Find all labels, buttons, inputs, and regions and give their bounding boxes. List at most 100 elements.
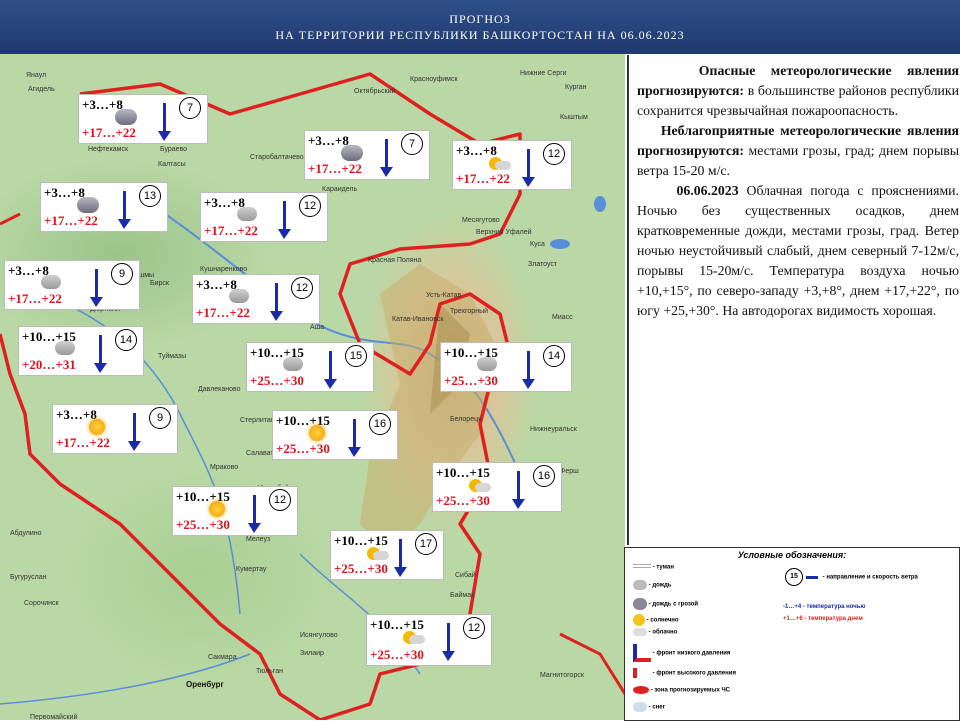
day-temp: +25…+30 [444,373,498,388]
day-temp: +25…+30 [370,647,424,662]
forecast-box[interactable]: +10…+15 +20…+31 14 [18,326,144,376]
wind-arrow-icon [158,103,171,141]
wind-arrow-icon [442,623,455,661]
town-label: Сорочинск [24,600,59,607]
forecast-box[interactable]: +3…+8 +17…+22 12 [200,192,328,242]
high-front-icon [633,668,651,678]
day-temp: +25…+30 [334,561,388,576]
day-temp: +17…+22 [456,171,510,186]
forecast-map[interactable]: Янаул Агидель Нефтекамск Бураево Калтасы Стар… [0,54,625,720]
thunderstorm-icon [77,197,99,213]
forecast-box[interactable]: +10…+15 +25…+30 16 [272,410,398,460]
town-label: Салават [246,450,274,457]
wind-arrow-icon [522,149,535,187]
day-temp: +25…+30 [250,373,304,388]
legend-zone-label: - зона прогнозируемых ЧС [650,687,731,694]
town-label: Первомайский [30,714,78,720]
rain-icon [633,580,647,590]
day-temp: +20…+31 [22,357,76,372]
adverse-paragraph: Неблагоприятные метеорологические явлени… [637,121,959,181]
town-label: Старобалтачево [250,154,304,161]
town-label: Красноуфимск [410,76,458,83]
forecast-box[interactable]: +10…+15 +25…+30 14 [440,342,572,392]
forecast-box[interactable]: +3…+8 +17…+22 7 [78,94,208,144]
legend-cloud: - облачно [633,628,677,636]
town-label: Златоуст [528,261,558,268]
town-label: Бураево [160,146,188,153]
town-label: Зилаир [300,650,324,657]
sunny-icon [309,425,325,441]
wind-arrow-icon [324,351,337,389]
partly-cloudy-icon [489,155,511,171]
day-temp: +17…+22 [8,291,62,306]
thunderstorm-icon [341,145,363,161]
day-temp: +25…+30 [436,493,490,508]
wind-speed-badge: 14 [543,345,565,367]
legend-wind: 15 - направление и скорость ветра [785,568,918,586]
forecast-box[interactable]: +3…+8 +17…+22 9 [52,404,178,454]
town-label: Оренбург [186,680,224,689]
forecast-box[interactable]: +3…+8 +17…+22 13 [40,182,168,232]
partly-cloudy-icon [469,477,491,493]
forecast-box[interactable]: +3…+8 +17…+22 7 [304,130,430,180]
town-label: Янаул [26,72,47,79]
legend-panel: Условные обозначения: - туман - дождь - … [624,547,960,721]
thunderstorm-icon [115,109,137,125]
town-label: Давлеканово [198,386,241,393]
legend-thunder: - дождь с грозой [633,598,698,610]
cloud-icon [633,628,647,636]
forecast-box[interactable]: +3…+8 +17…+22 12 [192,274,320,324]
town-label: Курган [565,84,587,91]
emergency-zone-icon [633,686,649,694]
town-label: Красная Поляна [368,257,422,264]
wind-speed-badge: 9 [149,407,171,429]
snow-icon [633,702,647,712]
legend-cloud-label: - облачно [648,629,678,636]
sunny-icon [633,614,645,626]
hazard-paragraph: Опасные метеорологические явления прогно… [637,61,959,121]
town-label: Агидель [28,86,55,93]
wind-arrow-icon [270,283,283,321]
rain-icon [41,275,61,289]
town-label: Нефтекамск [88,146,129,153]
wind-arrow-icon [118,191,131,229]
day-temp: +17…+22 [196,305,250,320]
wind-speed-badge: 12 [543,143,565,165]
day-temp: +17…+22 [44,213,98,228]
legend-snow: - снег [633,702,665,712]
town-label: Мраково [210,464,239,471]
general-text: Облачная погода с прояснениями. Ночью бе… [637,183,960,318]
forecast-box[interactable]: +10…+15 +25…+30 12 [366,614,492,666]
day-temp: +17…+22 [204,223,258,238]
forecast-box[interactable]: +3…+8 +17…+22 12 [452,140,572,190]
wind-speed-badge: 7 [179,97,201,119]
wind-speed-badge: 12 [463,617,485,639]
wind-speed-badge: 16 [533,465,555,487]
forecast-box[interactable]: +10…+15 +25…+30 17 [330,530,444,580]
town-label: Усть-Катав [426,292,462,299]
forecast-box[interactable]: +3…+8 +17…+22 9 [4,260,140,310]
town-label: Нижние Серги [520,70,567,77]
legend-high-front-label: - фронт высокого давления [652,670,736,677]
legend-day-temp: +1…+6 - температура днем [783,616,863,622]
forecast-box[interactable]: +10…+15 +25…+30 16 [432,462,562,512]
town-label: Кусa [530,241,545,248]
legend-sun: - солнечно [633,614,679,626]
town-label: Баймак [450,592,475,599]
town-label: Катав-Ивановск [392,316,444,323]
header-subtitle: НА ТЕРРИТОРИИ РЕСПУБЛИКИ БАШКОРТОСТАН НА… [275,28,685,42]
legend-night-temp: -1…+4 - температура ночью [783,604,866,610]
town-label: Исянгулово [300,632,338,639]
wind-speed-badge: 17 [415,533,437,555]
town-label: Трехгорный [450,308,489,315]
fog-icon [633,564,651,570]
wind-arrow-icon [380,139,393,177]
wind-arrow-icon [522,351,535,389]
forecast-box[interactable]: +10…+15 +25…+30 15 [246,342,374,392]
forecast-box[interactable]: +10…+15 +25…+30 12 [172,486,298,536]
town-label: Сакмара [208,654,237,661]
wind-speed-badge: 13 [139,185,161,207]
day-temp: +25…+30 [276,441,330,456]
wind-speed-badge: 12 [291,277,313,299]
rain-icon [229,289,249,303]
